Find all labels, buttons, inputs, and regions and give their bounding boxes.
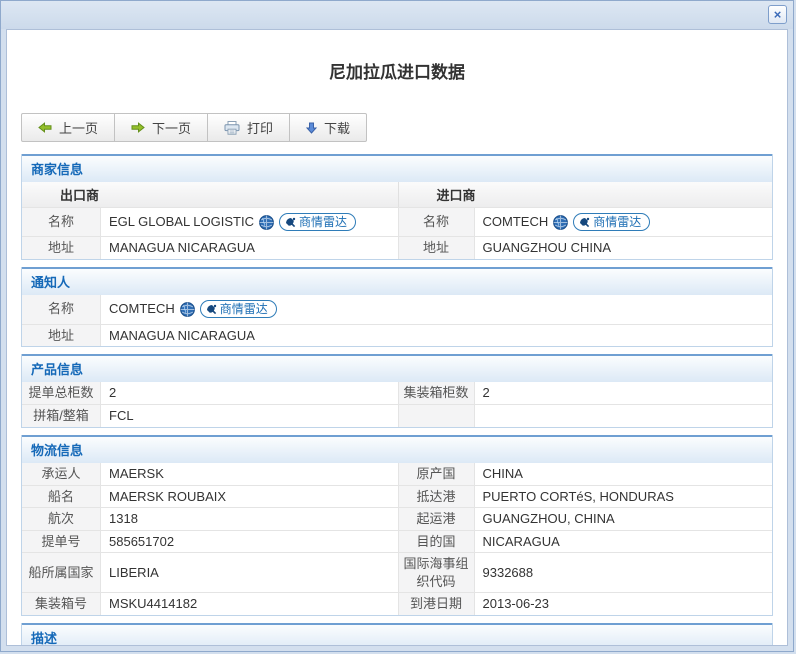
field-label: 航次 [22, 507, 101, 530]
field-label: 起运港 [399, 507, 475, 530]
field-label: 提单总柜数 [22, 382, 101, 404]
next-page-label: 下一页 [152, 118, 191, 137]
field-label: 地址 [399, 236, 475, 259]
field-value: 2 [475, 382, 773, 404]
titlebar: × [1, 1, 793, 29]
product-grid: 提单总柜数 2 集装箱柜数 2 拼箱/整箱 FCL [22, 382, 772, 427]
radar-badge-label: 商情雷达 [593, 214, 641, 230]
field-label: 承运人 [22, 463, 101, 485]
field-label: 国际海事组织代码 [399, 552, 475, 592]
prev-page-button[interactable]: 上一页 [21, 113, 115, 142]
section-logistics-info: 物流信息 承运人 MAERSK 原产国 CHINA 船名 MAERSK ROUB… [21, 435, 773, 616]
field-label: 名称 [22, 207, 101, 236]
radar-icon [579, 217, 590, 228]
importer-name-value: COMTECH 商情雷达 [475, 207, 773, 236]
logistics-grid: 承运人 MAERSK 原产国 CHINA 船名 MAERSK ROUBAIX 抵… [22, 463, 772, 615]
close-icon: × [774, 8, 782, 21]
globe-icon[interactable] [180, 302, 195, 317]
download-button[interactable]: 下载 [289, 113, 367, 142]
company-name: COMTECH [483, 213, 549, 231]
page-title: 尼加拉瓜进口数据 [7, 30, 787, 83]
field-value: PUERTO CORTéS, HONDURAS [475, 485, 773, 508]
field-value: 2 [101, 382, 399, 404]
field-label: 提单号 [22, 530, 101, 553]
field-value: CHINA [475, 463, 773, 485]
field-value: 9332688 [475, 552, 773, 592]
field-label: 拼箱/整箱 [22, 404, 101, 427]
print-label: 打印 [247, 118, 273, 137]
field-value: 1318 [101, 507, 399, 530]
radar-badge-label: 商情雷达 [220, 301, 268, 317]
field-label: 地址 [22, 324, 101, 347]
field-value: GUANGZHOU, CHINA [475, 507, 773, 530]
field-value: MAERSK ROUBAIX [101, 485, 399, 508]
section-merchant-info: 商家信息 出口商 进口商 名称 EGL GLOBAL LOGISTIC 商情雷达… [21, 154, 773, 260]
close-button[interactable]: × [768, 5, 787, 24]
radar-badge[interactable]: 商情雷达 [279, 213, 356, 231]
toolbar: 上一页 下一页 打印 [21, 113, 367, 142]
radar-icon [285, 217, 296, 228]
section-merchant-header: 商家信息 [22, 154, 772, 182]
section-notify-party: 通知人 名称 COMTECH 商情雷达 地址 MANAGUA NICARAGUA [21, 267, 773, 348]
dialog-window: × 尼加拉瓜进口数据 上一页 下一页 [0, 0, 794, 652]
print-button[interactable]: 打印 [207, 113, 290, 142]
download-label: 下载 [324, 118, 350, 137]
field-label: 集装箱号 [22, 592, 101, 615]
company-name: EGL GLOBAL LOGISTIC [109, 213, 254, 231]
radar-badge[interactable]: 商情雷达 [573, 213, 650, 231]
section-product-header: 产品信息 [22, 354, 772, 382]
radar-badge-label: 商情雷达 [299, 214, 347, 230]
notify-address-value: MANAGUA NICARAGUA [101, 324, 772, 347]
section-notify-header: 通知人 [22, 267, 772, 295]
field-value: FCL [101, 404, 399, 427]
importer-address-value: GUANGZHOU CHINA [475, 236, 773, 259]
radar-icon [206, 304, 217, 315]
next-page-button[interactable]: 下一页 [114, 113, 208, 142]
importer-subheader: 进口商 [399, 182, 773, 207]
field-label: 船名 [22, 485, 101, 508]
company-name: COMTECH [109, 300, 175, 318]
field-label: 名称 [399, 207, 475, 236]
arrow-right-icon [131, 122, 145, 133]
globe-icon[interactable] [259, 215, 274, 230]
notify-grid: 名称 COMTECH 商情雷达 地址 MANAGUA NICARAGUA [22, 295, 772, 347]
field-label: 抵达港 [399, 485, 475, 508]
printer-icon [224, 121, 240, 135]
field-label: 名称 [22, 295, 101, 324]
field-value: MAERSK [101, 463, 399, 485]
field-label [399, 404, 475, 427]
field-label: 船所属国家 [22, 552, 101, 592]
field-value: 2013-06-23 [475, 592, 773, 615]
radar-badge[interactable]: 商情雷达 [200, 300, 277, 318]
field-value: 585651702 [101, 530, 399, 553]
exporter-subheader: 出口商 [22, 182, 399, 207]
globe-icon[interactable] [553, 215, 568, 230]
field-label: 原产国 [399, 463, 475, 485]
section-description: 描述 产品描述 SISTEMAS DE PODER [21, 623, 773, 646]
field-value: LIBERIA [101, 552, 399, 592]
field-value: NICARAGUA [475, 530, 773, 553]
notify-name-value: COMTECH 商情雷达 [101, 295, 772, 324]
field-label: 目的国 [399, 530, 475, 553]
arrow-left-icon [38, 122, 52, 133]
prev-page-label: 上一页 [59, 118, 98, 137]
section-product-info: 产品信息 提单总柜数 2 集装箱柜数 2 拼箱/整箱 FCL [21, 354, 773, 428]
field-value: MSKU4414182 [101, 592, 399, 615]
field-value [475, 404, 773, 427]
dialog-panel: 尼加拉瓜进口数据 上一页 下一页 [6, 29, 788, 646]
merchant-grid: 出口商 进口商 名称 EGL GLOBAL LOGISTIC 商情雷达 名称 C… [22, 182, 772, 259]
download-arrow-icon [306, 122, 317, 134]
field-label: 地址 [22, 236, 101, 259]
section-logistics-header: 物流信息 [22, 435, 772, 463]
section-description-header: 描述 [22, 623, 772, 646]
field-label: 到港日期 [399, 592, 475, 615]
exporter-address-value: MANAGUA NICARAGUA [101, 236, 399, 259]
field-label: 集装箱柜数 [399, 382, 475, 404]
exporter-name-value: EGL GLOBAL LOGISTIC 商情雷达 [101, 207, 399, 236]
